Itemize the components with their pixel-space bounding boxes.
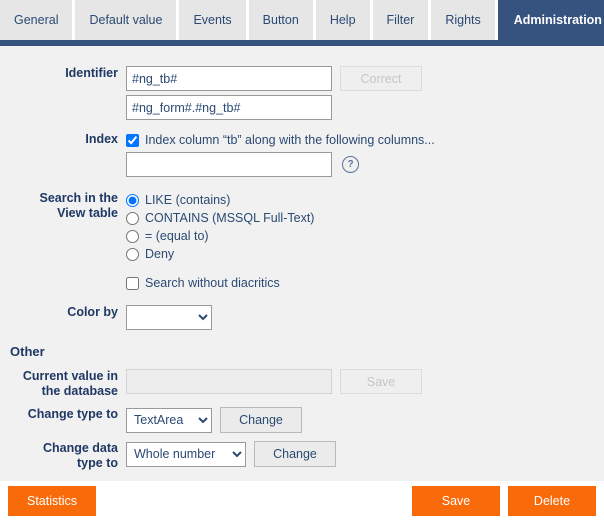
- color-by-label: Color by: [67, 305, 118, 319]
- question-mark-icon[interactable]: ?: [342, 156, 359, 173]
- index-columns-input[interactable]: [126, 152, 332, 177]
- change-data-type-label-line1: Change data: [42, 441, 118, 455]
- search-in-view-table-row: Search in the View table LIKE (contains)…: [0, 191, 604, 291]
- search-without-diacritics-row[interactable]: Search without diacritics: [126, 275, 280, 291]
- index-row: Index Index column “tb” along with the f…: [0, 132, 604, 177]
- search-option-like[interactable]: LIKE (contains): [126, 191, 230, 209]
- search-in-view-table-label: Search in the View table: [0, 191, 126, 221]
- identifier-label: Identifier: [65, 66, 118, 80]
- tab-list: General Default value Events Button Help…: [0, 0, 604, 40]
- tab-bar: General Default value Events Button Help…: [0, 0, 604, 48]
- search-option-contains-radio[interactable]: [126, 211, 139, 225]
- tab-administration[interactable]: Administration: [497, 0, 604, 40]
- tab-label: Events: [193, 13, 232, 27]
- change-type-button[interactable]: Change: [220, 407, 302, 433]
- search-option-label: LIKE (contains): [145, 193, 231, 207]
- footer-right-group: Save Delete: [412, 485, 596, 516]
- footer-bar: Statistics Save Delete: [0, 481, 604, 520]
- search-option-contains[interactable]: CONTAINS (MSSQL Full-Text): [126, 209, 314, 227]
- identifier-full-input[interactable]: [126, 95, 332, 120]
- tab-label: Help: [329, 13, 356, 27]
- tab-label: Rights: [445, 13, 481, 27]
- index-column-checkbox-label: Index column “tb” along with the followi…: [145, 133, 435, 147]
- tab-label: Button: [262, 13, 299, 27]
- search-without-diacritics-label: Search without diacritics: [145, 276, 280, 290]
- search-without-diacritics-checkbox[interactable]: [126, 276, 139, 290]
- identifier-row: Identifier Correct: [0, 66, 604, 120]
- current-value-save-button[interactable]: Save: [340, 369, 422, 394]
- tab-label: Default value: [89, 13, 163, 27]
- search-option-deny[interactable]: Deny: [126, 245, 174, 263]
- administration-form: Identifier Correct Index Index column “t…: [0, 46, 604, 481]
- tab-label: General: [14, 13, 59, 27]
- tab-events[interactable]: Events: [179, 0, 246, 40]
- color-by-row: Color by: [0, 305, 604, 330]
- color-by-select[interactable]: [126, 305, 212, 330]
- search-option-label: Deny: [145, 247, 175, 261]
- delete-button[interactable]: Delete: [508, 485, 596, 516]
- search-option-like-radio[interactable]: [126, 193, 139, 207]
- tab-filter[interactable]: Filter: [372, 0, 429, 40]
- tab-general[interactable]: General: [0, 0, 73, 40]
- current-value-label-line1: Current value in: [22, 369, 118, 383]
- current-value-input[interactable]: [126, 369, 332, 394]
- other-section-title: Other: [10, 344, 45, 359]
- correct-button[interactable]: Correct: [340, 66, 422, 91]
- change-type-select[interactable]: TextArea: [126, 407, 212, 433]
- search-label-line1: Search in the: [39, 191, 119, 205]
- search-label-line2: View table: [57, 206, 118, 220]
- search-option-deny-radio[interactable]: [126, 247, 139, 261]
- current-value-label-line2: the database: [41, 384, 118, 398]
- search-option-label: CONTAINS (MSSQL Full-Text): [145, 211, 315, 225]
- tab-label: Administration: [513, 13, 602, 27]
- index-label: Index: [85, 132, 118, 146]
- change-data-type-select[interactable]: Whole number: [126, 441, 246, 467]
- change-data-type-label: Change data type to: [0, 441, 126, 471]
- change-data-type-label-line2: type to: [77, 456, 118, 470]
- tab-help[interactable]: Help: [315, 0, 370, 40]
- index-column-checkbox[interactable]: [126, 133, 139, 147]
- change-type-row: Change type to TextArea Change: [0, 407, 604, 433]
- tab-default-value[interactable]: Default value: [75, 0, 177, 40]
- search-option-equal-radio[interactable]: [126, 229, 139, 243]
- tab-rights[interactable]: Rights: [431, 0, 495, 40]
- index-column-checkbox-row[interactable]: Index column “tb” along with the followi…: [126, 132, 435, 148]
- search-option-equal[interactable]: = (equal to): [126, 227, 209, 245]
- statistics-button[interactable]: Statistics: [8, 485, 96, 516]
- current-value-label: Current value in the database: [0, 369, 126, 399]
- change-data-type-row: Change data type to Whole number Change: [0, 441, 604, 471]
- change-data-type-button[interactable]: Change: [254, 441, 336, 467]
- current-value-row: Current value in the database Save: [0, 369, 604, 399]
- identifier-input[interactable]: [126, 66, 332, 91]
- save-button[interactable]: Save: [412, 485, 500, 516]
- tab-button[interactable]: Button: [248, 0, 313, 40]
- change-type-label: Change type to: [27, 407, 118, 421]
- tab-label: Filter: [386, 13, 415, 27]
- search-option-label: = (equal to): [145, 229, 209, 243]
